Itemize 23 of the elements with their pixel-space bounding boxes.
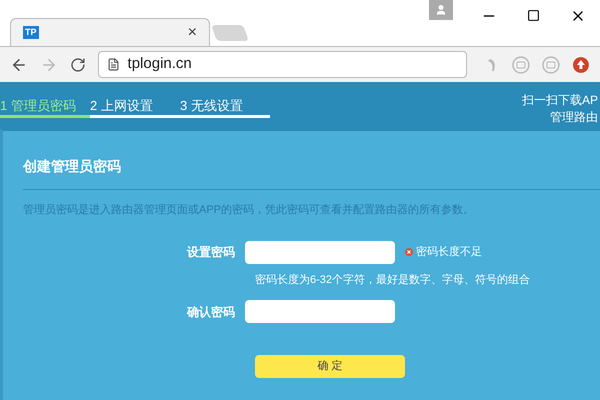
password-field[interactable] — [245, 300, 395, 323]
favicon: TP — [23, 26, 39, 39]
form-title: 创建管理员密码 — [23, 157, 122, 176]
maximize-button[interactable] — [527, 9, 540, 22]
password-field[interactable] — [245, 240, 395, 264]
field-hint: 密码长度为6-32个字符，最好是数字、字母、符号的组合 — [255, 272, 532, 288]
promo-text: 扫一扫下载AP — [522, 92, 598, 109]
step-tab[interactable]: 3 无线设置 — [180, 94, 270, 118]
field-label: 确认密码 — [186, 304, 236, 320]
confirm-button[interactable]: 确 定 — [255, 355, 405, 378]
step-tab[interactable]: 2 上网设置 — [90, 94, 180, 118]
field-label: 设置密码 — [186, 244, 236, 261]
page-icon — [106, 58, 120, 71]
browser-tab[interactable]: TP × — [10, 18, 210, 46]
upload-icon[interactable] — [572, 56, 590, 74]
address-bar[interactable]: tplogin.cn — [98, 51, 467, 78]
profile-icon[interactable] — [429, 0, 453, 20]
error-icon — [405, 248, 413, 256]
close-button[interactable]: × — [188, 24, 197, 40]
error-text: 密码长度不足 — [416, 244, 482, 260]
promo-text: 管理路由 — [550, 109, 598, 126]
reload-button[interactable] — [70, 56, 86, 72]
new-tab-button[interactable] — [211, 25, 249, 41]
